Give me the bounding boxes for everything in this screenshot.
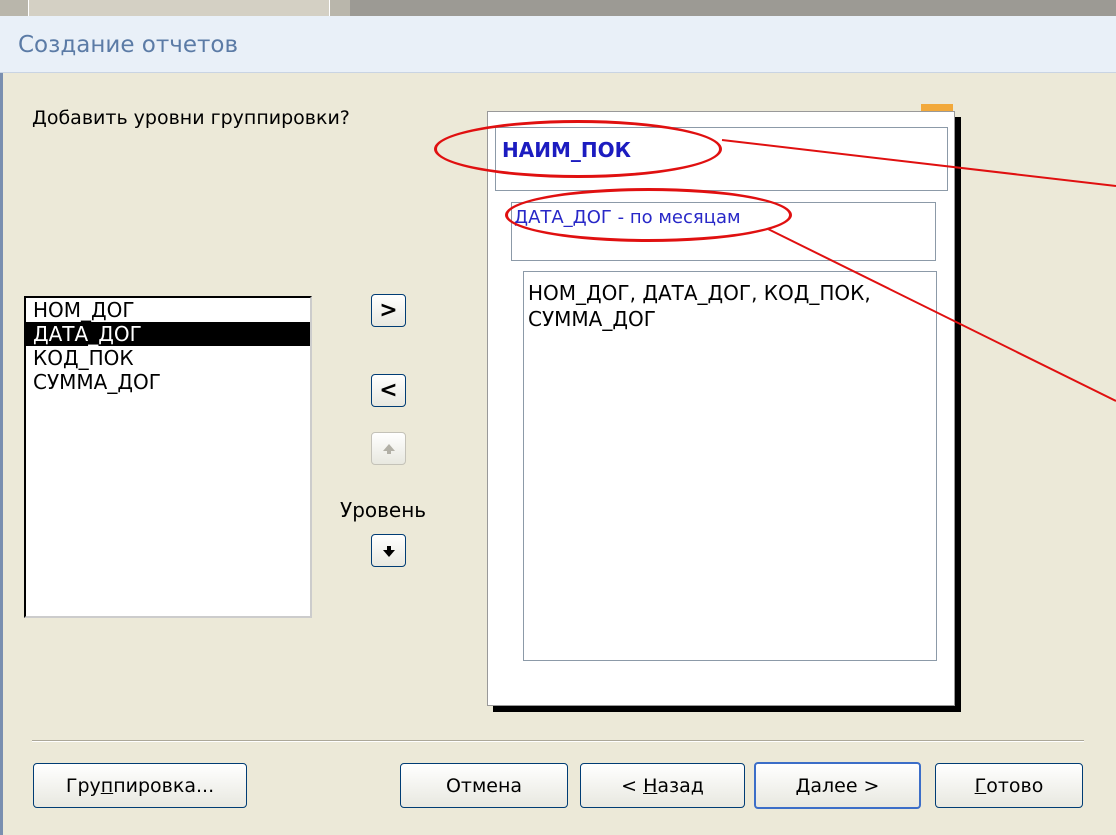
finish-button[interactable]: Готово [935,763,1083,808]
background-tab [28,0,330,17]
annotation-line-1 [721,139,1116,187]
button-label-part: < [621,774,644,797]
button-label-part: алее > [810,774,880,797]
button-label-part: азад [657,774,704,797]
button-separator [32,740,1084,742]
button-label-accelerator: Д [795,774,811,797]
button-label-accelerator: Г [974,774,987,797]
report-wizard-dialog: Создание отчетов Добавить уровни группир… [0,16,1116,835]
button-label-part: Гру [65,774,101,797]
button-label-part: Отмена [445,774,523,797]
grouping-options-button[interactable]: Гру п пировка... [33,763,247,808]
annotation-line-2 [767,228,1116,402]
button-label-accelerator: Н [643,774,658,797]
button-label-part: отово [986,774,1044,797]
button-label-accelerator: п [100,774,114,797]
back-button[interactable]: < Назад [580,763,745,808]
annotation-arrows [721,139,1116,402]
next-button[interactable]: Далее > [754,762,921,809]
background-area [350,0,1116,16]
button-label-part: пировка... [113,774,215,797]
cancel-button[interactable]: Отмена [400,763,568,808]
